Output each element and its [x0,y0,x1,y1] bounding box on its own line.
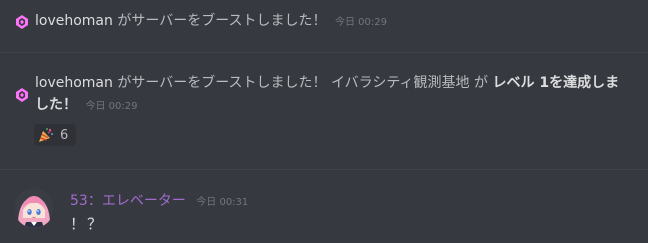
boost-username-2[interactable]: lovehoman [35,75,113,91]
timestamp-1: 今日 00:29 [334,17,387,28]
message-divider-1 [0,52,648,53]
boost-description-2: がサーバーをブーストしました！ イバラシティ観測基地 が [112,75,493,91]
author-name[interactable]: 53：エレベーター [70,193,186,209]
boost-icon [16,14,28,29]
boost-icon [16,87,28,102]
avatar[interactable] [14,188,54,228]
timestamp-3: 今日 00:31 [196,197,249,208]
boost-username-1[interactable]: lovehoman [35,13,113,29]
reaction-button[interactable]: 6 [34,124,76,146]
reaction-count: 6 [60,127,69,143]
boost-text-1: lovehoman がサーバーをブーストしました！ 今日 00:29 [35,10,387,34]
message-body: ！？ [70,215,105,233]
boost-description-1: がサーバーをブーストしました！ [112,13,327,29]
boost-message-2: lovehoman がサーバーをブーストしました！ イバラシティ観測基地 が レ… [16,72,632,116]
boost-message-1: lovehoman がサーバーをブーストしました！ 今日 00:29 [16,10,632,32]
boost-text-2: lovehoman がサーバーをブーストしました！ イバラシティ観測基地 が レ… [35,72,629,118]
party-popper-icon [38,127,54,143]
chat-header: 53：エレベーター 今日 00:31 [70,190,248,210]
message-divider-2 [0,169,648,170]
timestamp-2: 今日 00:29 [85,101,138,112]
